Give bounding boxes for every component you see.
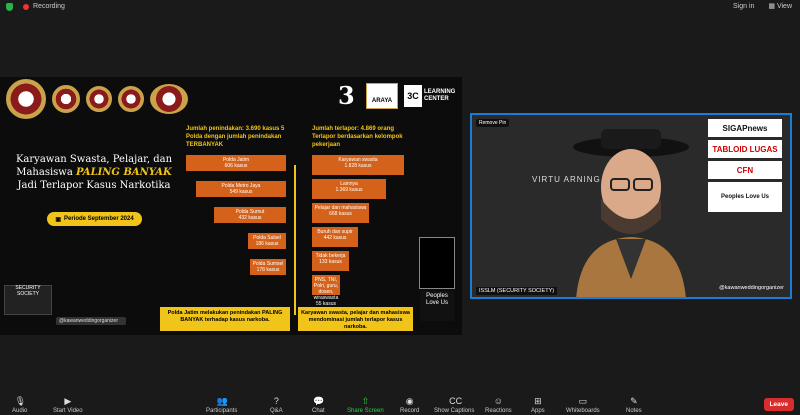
logo-row: 3 ARAYA 3C LEARNING CENTER <box>338 83 456 109</box>
apps-icon: ⊞ <box>534 396 542 406</box>
audio-button[interactable]: 🎙 Audio <box>12 396 27 415</box>
3c-icon: 3C <box>404 85 422 107</box>
reactions-button[interactable]: ☺ Reactions <box>485 396 512 415</box>
lugas-logo: TABLOID LUGAS <box>708 140 782 158</box>
logo-3-icon: 3 <box>338 81 355 110</box>
recording-label: Recording <box>33 3 65 10</box>
apps-button[interactable]: ⊞ Apps <box>531 396 545 415</box>
record-dot-icon <box>23 3 29 10</box>
left-bar: Polda Sulsel 186 kasus <box>248 233 286 249</box>
bar-value: 442 kasus <box>323 235 347 241</box>
sigapnews-logo: SIGAPnews <box>708 119 782 137</box>
notes-button[interactable]: ✎ Notes <box>626 396 642 415</box>
bar-value: 178 kasus <box>256 267 280 273</box>
right-column-heading: Jumlah terlapor: 4.869 orang Terlapor be… <box>312 126 403 148</box>
sign-in-button[interactable]: Sign in <box>733 3 754 10</box>
right-bar: Karyawan swasta 1.828 kasus <box>312 155 404 175</box>
notes-icon: ✎ <box>630 396 638 406</box>
share-arrow-icon: ⇧ <box>361 396 370 406</box>
right-bar: Lainnya 1.369 kasus <box>312 179 386 199</box>
record-icon: ◉ <box>405 396 414 406</box>
view-button[interactable]: ▦ View <box>768 2 792 10</box>
emblem-icon <box>118 86 144 112</box>
sponsor-logos: SIGAPnews TABLOID LUGAS CFN Peoples Love… <box>706 119 784 212</box>
left-bar: Polda Metro Jaya 549 kasus <box>196 181 286 197</box>
qa-button[interactable]: ? Q&A <box>270 396 283 415</box>
bar-value: 1.828 kasus <box>344 163 372 169</box>
cfn-logo: CFN <box>708 161 782 179</box>
slide-title: Karyawan Swasta, Pelajar, dan Mahasiswa … <box>15 154 173 191</box>
participant-name: ISSLM (SECURITY SOCIETY) <box>476 287 558 295</box>
left-column-heading: Jumlah penindakan: 3.690 kasus 5 Polda d… <box>186 126 285 148</box>
shared-screen: 3 ARAYA 3C LEARNING CENTER Karyawan Swas… <box>0 77 462 335</box>
top-bar: Recording Sign in ▦ View <box>0 0 800 13</box>
bar-label: PNS, TNI, Polri, guru, dosen, wiraswasta <box>313 277 339 301</box>
recording-indicator[interactable]: Recording <box>6 2 65 11</box>
left-bar: Polda Jatim 606 kasus <box>186 155 286 171</box>
right-bar: PNS, TNI, Polri, guru, dosen, wiraswasta… <box>312 275 340 307</box>
avatar-figure <box>573 129 689 297</box>
bar-value: 668 kasus <box>329 211 352 217</box>
period-badge: ▣ Periode September 2024 <box>47 212 142 226</box>
share-screen-button[interactable]: ⇧ Share Screen <box>347 396 384 415</box>
participants-button[interactable]: 👥 Participants <box>206 396 237 415</box>
video-tile[interactable]: Remove Pin VIRTU ARNING SIGAPnews TABLOI… <box>470 113 792 299</box>
learning-center-logo: 3C LEARNING CENTER <box>404 85 456 107</box>
right-bar: Tidak bekerja 133 kasus <box>312 251 349 271</box>
bar-value: 1.369 kasus <box>335 187 363 193</box>
divider-line <box>294 165 296 315</box>
emblem-icon <box>52 85 80 113</box>
badge-row <box>6 79 188 119</box>
peoples-logo: Peoples Love Us <box>708 182 782 212</box>
microphone-icon: 🎙 <box>14 396 27 406</box>
calendar-icon: ▣ <box>55 216 61 223</box>
right-note: Karyawan swasta, pelajar dan mahasiswa m… <box>298 307 413 331</box>
bar-value: 186 kasus <box>255 241 279 247</box>
bar-value: 606 kasus <box>224 163 248 169</box>
start-video-button[interactable]: ▶ Start Video <box>53 396 83 415</box>
instagram-handle: @kawanweddingorganizer <box>56 317 126 325</box>
emblem-icon <box>86 86 112 112</box>
bar-value: 432 kasus <box>238 215 262 221</box>
chat-button[interactable]: 💬 Chat <box>312 396 325 415</box>
right-bar: Pelajar dan mahasiswa 668 kasus <box>312 203 369 223</box>
smiley-icon: ☺ <box>493 396 503 406</box>
bar-value: 549 kasus <box>229 189 253 195</box>
record-button[interactable]: ◉ Record <box>400 396 419 415</box>
meeting-toolbar: 🎙 Audio ▶ Start Video 👥 Participants ? Q&A 💬… <box>0 390 800 415</box>
captions-icon: CC <box>449 396 463 406</box>
camera-watermark: @kawanweddingorganizer <box>719 285 784 291</box>
people-icon: 👥 <box>216 396 228 406</box>
left-bar: Polda Sumut 432 kasus <box>214 207 286 223</box>
shield-icon <box>6 2 13 11</box>
remove-pin-button[interactable]: Remove Pin <box>476 119 510 127</box>
whiteboards-button[interactable]: ▭ Whiteboards <box>566 396 600 415</box>
grid-icon: ▦ <box>768 3 777 10</box>
chat-bubble-icon: 💬 <box>313 396 325 406</box>
security-society-label: SECURITY SOCIETY <box>15 285 41 297</box>
show-captions-button[interactable]: CC Show Captions <box>434 396 474 415</box>
security-society-logo <box>419 237 455 289</box>
whiteboard-icon: ▭ <box>578 396 588 406</box>
qa-icon: ? <box>273 396 279 406</box>
emblem-icon <box>150 84 188 114</box>
leave-button[interactable]: Leave <box>763 398 794 411</box>
right-bar: Buruh dan supir 442 kasus <box>312 227 358 247</box>
emblem-icon <box>6 79 46 119</box>
araya-logo: ARAYA <box>366 83 398 109</box>
video-camera-icon: ▶ <box>64 396 72 406</box>
left-note: Polda Jatim melakukan penindakan PALING … <box>160 307 290 331</box>
left-bar: Polda Sumsel 178 kasus <box>250 259 286 275</box>
peoples-love-us-logo: Peoples Love Us <box>420 291 454 321</box>
bar-value: 133 kasus <box>319 259 342 265</box>
